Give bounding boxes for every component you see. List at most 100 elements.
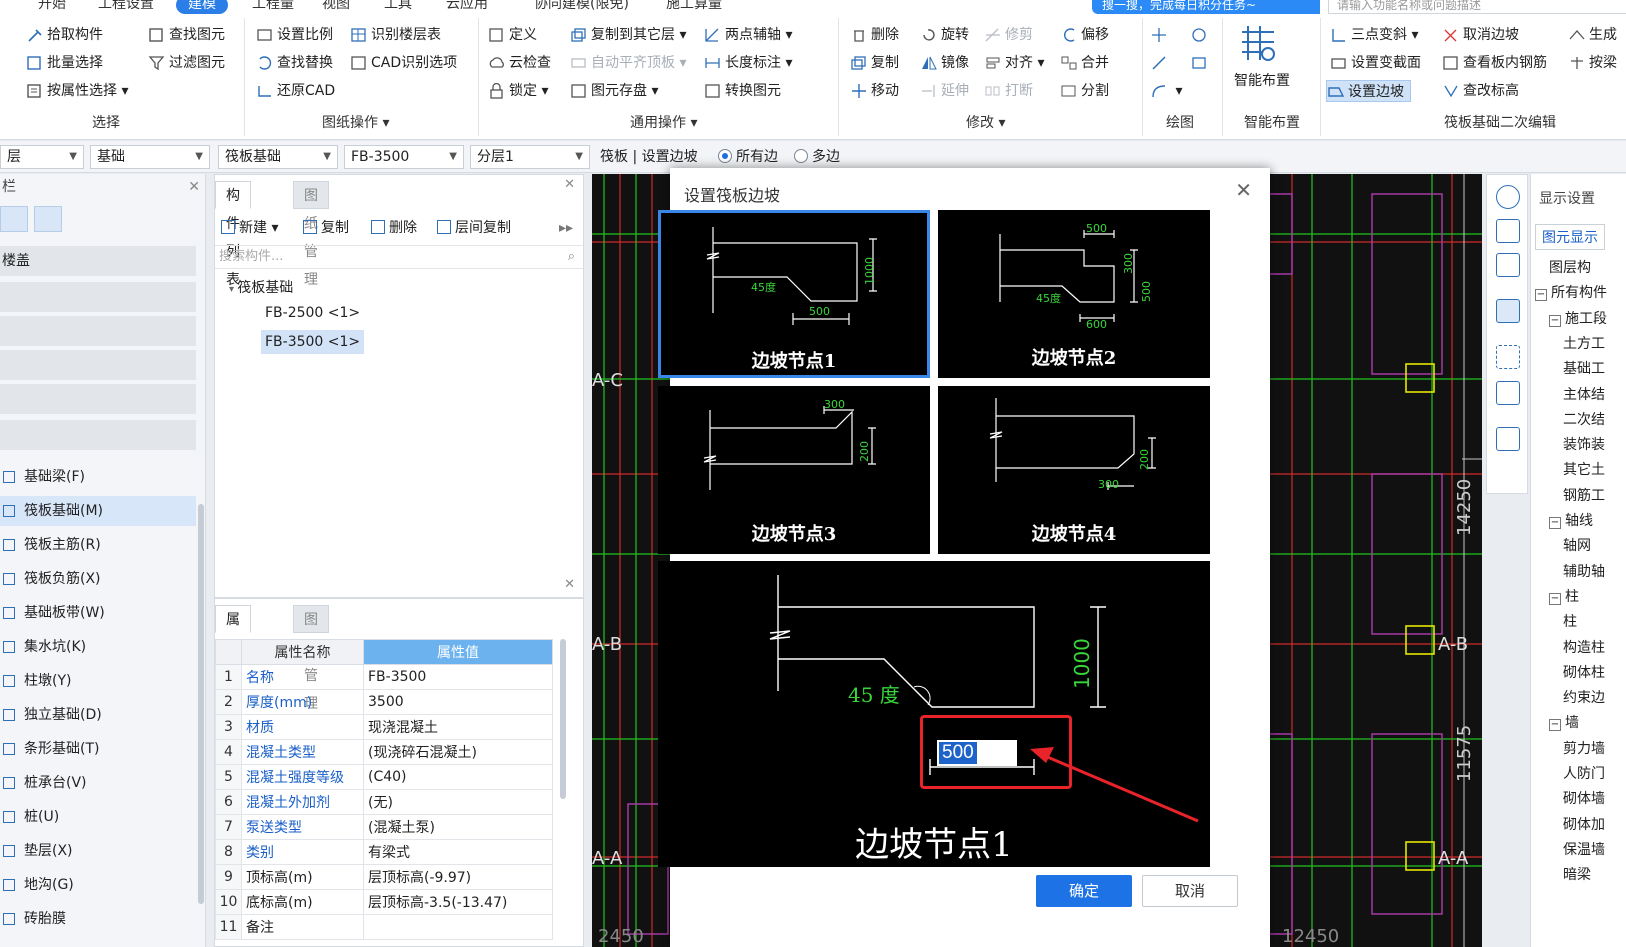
tab-start[interactable]: 开始 xyxy=(38,0,66,14)
tab-collab[interactable]: 协同建模(限免) xyxy=(534,0,629,14)
find-replace-button[interactable]: 查找替换 xyxy=(256,52,333,74)
nav-item[interactable]: 基础梁(F) xyxy=(0,462,196,492)
tab-quantity[interactable]: 工程量 xyxy=(252,0,294,14)
fit-view-icon[interactable] xyxy=(1496,345,1520,369)
cad-options-button[interactable]: CAD识别选项 xyxy=(350,52,457,74)
pick-component-button[interactable]: 拾取构件 xyxy=(26,24,103,46)
view-slab-rebar-button[interactable]: 查看板内钢筋 xyxy=(1442,52,1547,74)
nav-item[interactable]: 桩(U) xyxy=(0,802,196,832)
collapse-icon[interactable]: − xyxy=(1549,314,1561,327)
restore-cad-button[interactable]: 还原CAD xyxy=(256,80,335,102)
property-row[interactable]: 5 混凝土强度等级 (C40) xyxy=(215,764,553,790)
promo-banner[interactable]: 搜一搜，完成每日积分任务~ xyxy=(1092,0,1320,14)
display-tree-item[interactable]: 人防门 xyxy=(1563,762,1605,786)
collapse-icon[interactable]: − xyxy=(1549,592,1561,605)
draw-line-button[interactable] xyxy=(1150,52,1171,74)
generate-button[interactable]: 生成 xyxy=(1568,24,1617,46)
batch-select-button[interactable]: 批量选择 xyxy=(26,52,103,74)
display-tree-item[interactable]: 图层构 xyxy=(1549,256,1591,280)
wireframe-icon[interactable] xyxy=(1496,381,1520,405)
cloud-check-button[interactable]: 云检查 xyxy=(488,52,551,74)
property-row[interactable]: 10 底标高(m) 层顶标高-3.5(-13.47) xyxy=(215,889,553,915)
draw-rect-button[interactable] xyxy=(1190,52,1211,74)
property-row[interactable]: 4 混凝土类型 (现浇碎石混凝土) xyxy=(215,739,553,765)
type-select[interactable]: 筏板基础 ▼ xyxy=(218,145,338,169)
property-row[interactable]: 9 顶标高(m) 层顶标高(-9.97) xyxy=(215,864,553,890)
tab-property-list[interactable]: 属性列表 xyxy=(215,605,251,712)
3d-view-icon[interactable] xyxy=(1496,219,1520,243)
property-row[interactable]: 2 厚度(mm) 3500 xyxy=(215,689,553,715)
tab-view[interactable]: 视图 xyxy=(322,0,350,14)
box-view-icon[interactable] xyxy=(1496,299,1520,323)
component-search-input[interactable]: 搜索构件... ⌕ xyxy=(215,245,583,269)
display-tree-item[interactable]: 砌体柱 xyxy=(1563,661,1605,685)
display-tree-item[interactable]: 基础工 xyxy=(1563,357,1605,381)
nav-collapsed-group[interactable] xyxy=(0,282,196,312)
nav-item[interactable]: 垫层(X) xyxy=(0,836,196,866)
set-scale-button[interactable]: 设置比例 xyxy=(256,24,333,46)
tab-tools[interactable]: 工具 xyxy=(384,0,412,14)
smart-layout-button[interactable]: 智能布置 xyxy=(1234,70,1290,92)
nav-item[interactable]: 柱墩(Y) xyxy=(0,666,196,696)
nav-item[interactable]: 筏板主筋(R) xyxy=(0,530,196,560)
cancel-slope-button[interactable]: 取消边坡 xyxy=(1442,24,1519,46)
rotate-button[interactable]: 旋转 xyxy=(920,24,969,46)
display-tree-item[interactable]: 约束边 xyxy=(1563,686,1605,710)
find-element-button[interactable]: 查找图元 xyxy=(148,24,225,46)
split-button[interactable]: 分割 xyxy=(1060,80,1109,102)
slope-node-1[interactable]: 45度 500 1000 边坡节点1 xyxy=(658,210,930,378)
property-row[interactable]: 11 备注 xyxy=(215,914,553,940)
property-value[interactable]: FB-3500 xyxy=(363,664,553,690)
copy-component-button[interactable]: 复制 xyxy=(303,217,349,239)
three-point-slope-button[interactable]: 三点变斜 ▾ xyxy=(1330,24,1418,46)
collapse-icon[interactable]: − xyxy=(1535,289,1547,302)
close-icon[interactable]: ✕ xyxy=(188,174,200,200)
display-tree-item[interactable]: 砌体加 xyxy=(1563,813,1605,837)
nav-collapsed-group[interactable] xyxy=(0,384,196,414)
display-tree-item[interactable]: 主体结 xyxy=(1563,383,1605,407)
nav-item[interactable]: 砖胎膜 xyxy=(0,904,196,934)
set-variable-section-button[interactable]: 设置变截面 xyxy=(1330,52,1421,74)
mirror-button[interactable]: 镜像 xyxy=(920,52,969,74)
save-element-button[interactable]: 图元存盘 ▾ xyxy=(570,80,658,102)
floor-select[interactable]: 层 ▼ xyxy=(0,145,84,169)
extend-button[interactable]: 延伸 xyxy=(920,80,969,102)
convert-element-button[interactable]: 转换图元 xyxy=(704,80,781,102)
slope-width-input[interactable]: 500 xyxy=(937,740,1017,766)
tab-modeling[interactable]: 建模 xyxy=(176,0,228,14)
delete-component-button[interactable]: 删除 xyxy=(371,217,417,239)
property-value[interactable]: 现浇混凝土 xyxy=(363,714,553,740)
display-tree-item[interactable]: 剪力墙 xyxy=(1563,737,1605,761)
nav-collapsed-group[interactable] xyxy=(0,420,196,450)
tab-drawing-management[interactable]: 图纸管理 xyxy=(293,181,329,288)
filter-element-button[interactable]: 过滤图元 xyxy=(148,52,225,74)
property-row[interactable]: 7 泵送类型 (混凝土泵) xyxy=(215,814,553,840)
layer-select[interactable]: 分层1 ▼ xyxy=(470,145,590,169)
display-tree-item[interactable]: 二次结 xyxy=(1563,408,1605,432)
two-point-axis-button[interactable]: 两点辅轴 ▾ xyxy=(704,24,792,46)
display-tree-item[interactable]: 土方工 xyxy=(1563,332,1605,356)
property-row[interactable]: 1 名称 FB-3500 xyxy=(215,664,553,690)
property-value[interactable]: (无) xyxy=(363,789,553,815)
display-tree-item[interactable]: − 施工段 xyxy=(1549,307,1607,331)
radio-multi-edges[interactable]: 多边 xyxy=(794,145,840,169)
ok-button[interactable]: 确定 xyxy=(1036,875,1132,907)
property-value[interactable]: (现浇碎石混凝土) xyxy=(363,739,553,765)
slope-node-4[interactable]: 200 300 边坡节点4 xyxy=(938,386,1210,554)
property-value[interactable]: 层顶标高-3.5(-13.47) xyxy=(363,889,553,915)
select-by-attribute-button[interactable]: 按属性选择 ▾ xyxy=(26,80,128,102)
nav-collapsed-group[interactable] xyxy=(0,316,196,346)
property-value[interactable]: (C40) xyxy=(363,764,553,790)
move-button[interactable]: 移动 xyxy=(850,80,899,102)
display-tree-item[interactable]: 其它土 xyxy=(1563,458,1605,482)
trim-button[interactable]: 修剪 xyxy=(984,24,1033,46)
nav-collapsed-group[interactable] xyxy=(0,350,196,380)
nav-category-floor[interactable]: 楼盖 xyxy=(0,246,196,276)
display-tree-item[interactable]: − 所有构件 xyxy=(1535,281,1607,305)
display-tree-item[interactable]: 砌体墙 xyxy=(1563,787,1605,811)
property-row[interactable]: 3 材质 现浇混凝土 xyxy=(215,714,553,740)
cancel-button[interactable]: 取消 xyxy=(1142,875,1238,907)
check-elevation-button[interactable]: 查改标高 xyxy=(1442,80,1519,102)
tab-construction[interactable]: 施工算量 xyxy=(666,0,722,14)
smart-layout-icon-button[interactable] xyxy=(1238,24,1281,68)
